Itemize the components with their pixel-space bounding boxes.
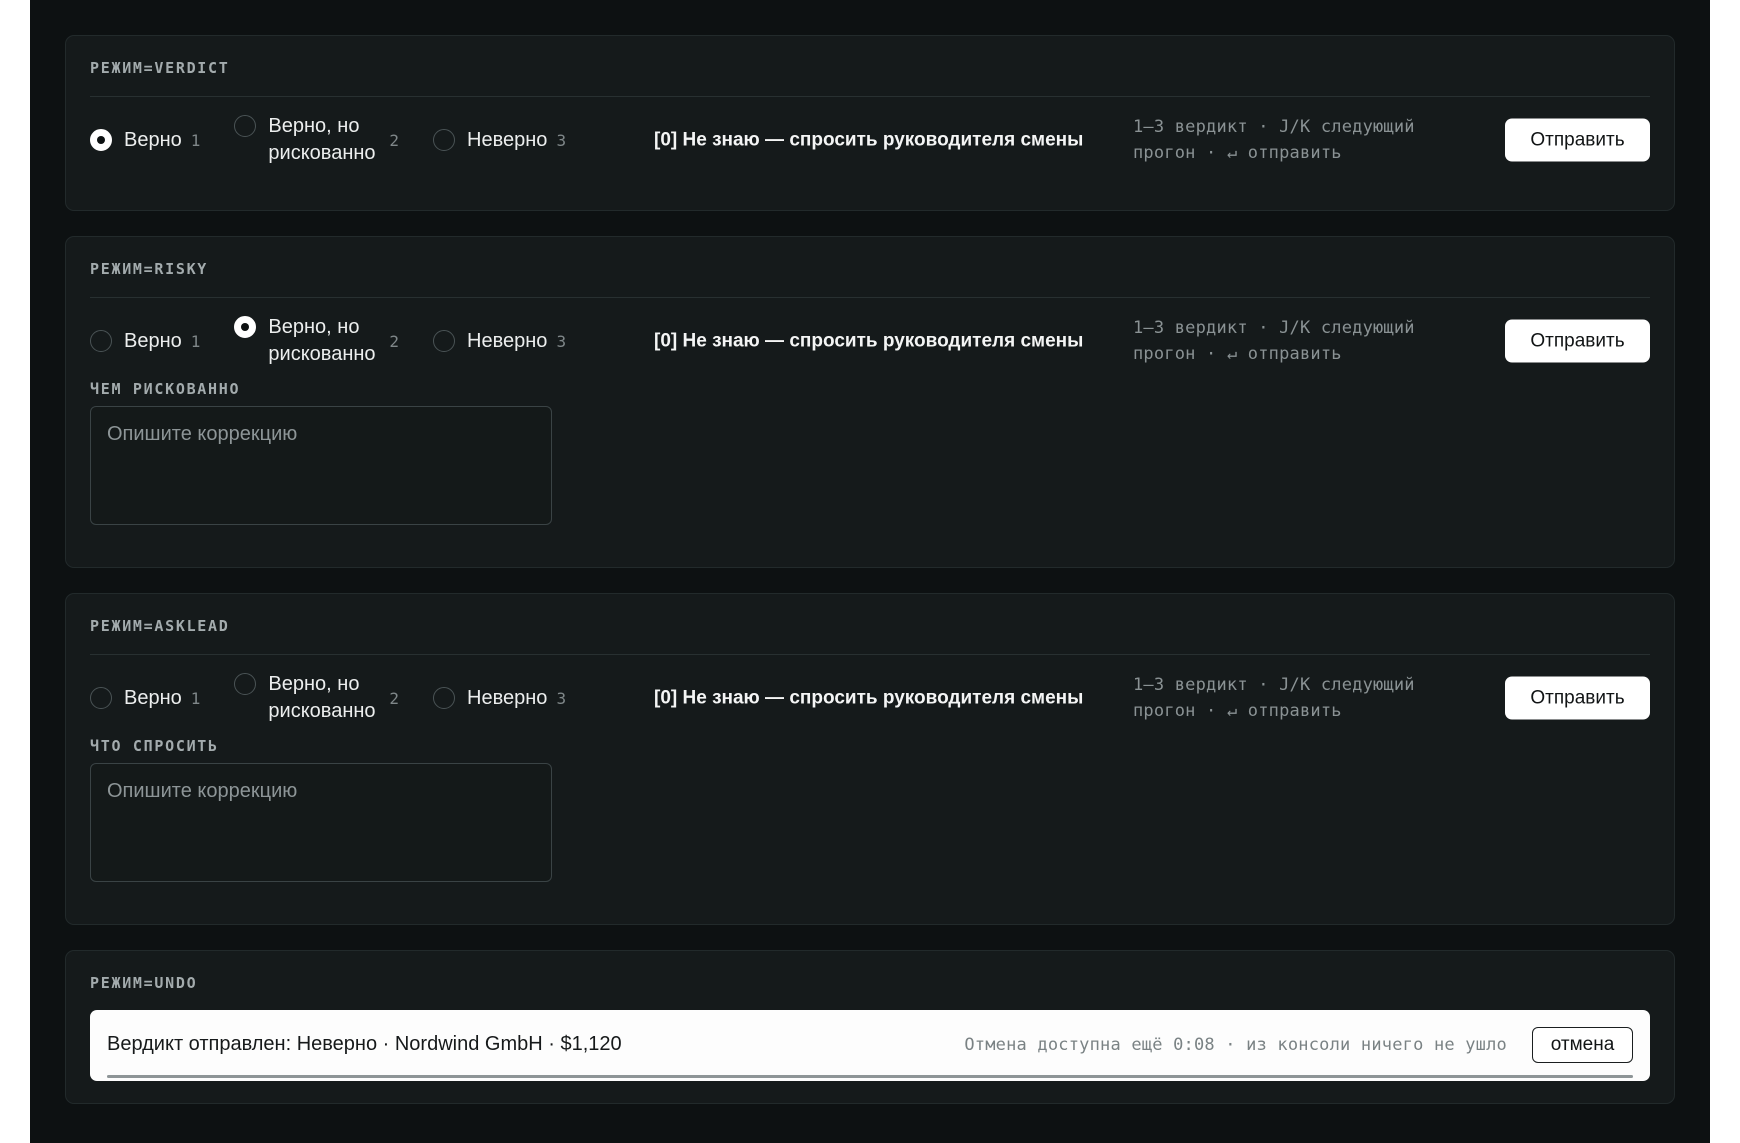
keyboard-shortcut-hint: 1–3 вердикт · J/K следующий прогон · ↵ о… <box>1133 117 1415 163</box>
option-label: Верно <box>124 686 182 709</box>
undo-countdown-text: Отмена доступна ещё 0:08 · из консоли ни… <box>964 1034 1507 1055</box>
divider <box>90 654 1650 655</box>
asklead-mode-card: РЕЖИМ=ASKLEAD Верно 1 Верно, но рискован… <box>65 593 1675 925</box>
radio-button[interactable] <box>433 330 456 352</box>
option-incorrect[interactable]: Неверно 3 <box>433 127 566 154</box>
shortcut-key: 1 <box>190 130 201 150</box>
verdict-row: Верно 1 Верно, но рискованно 2 Неверно 3… <box>90 671 1650 725</box>
verdict-radio-group: Верно 1 Верно, но рискованно 2 Неверно 3 <box>90 113 600 167</box>
shortcut-key: 3 <box>556 331 567 351</box>
option-label: Верно, но рискованно <box>268 673 376 722</box>
verdict-radio-group: Верно 1 Верно, но рискованно 2 Неверно 3 <box>90 671 600 725</box>
option-label: Верно <box>124 329 182 352</box>
radio-button[interactable] <box>433 129 456 151</box>
keyboard-shortcut-hint: 1–3 вердикт · J/K следующий прогон · ↵ о… <box>1133 675 1415 721</box>
review-screen: РЕЖИМ=VERDICT Верно 1 Верно, но рискован… <box>30 0 1710 1143</box>
option-correct-but-risky[interactable]: Верно, но рискованно 2 <box>234 113 399 167</box>
keyboard-shortcut-hint: 1–3 вердикт · J/K следующий прогон · ↵ о… <box>1133 318 1415 364</box>
question-field-label: ЧТО СПРОСИТЬ <box>90 737 219 755</box>
option-label: Неверно <box>467 329 548 352</box>
ask-shift-lead-option[interactable]: [0] Не знаю — спросить руководителя смен… <box>654 127 1083 154</box>
radio-button[interactable] <box>90 330 112 352</box>
verdict-row: Верно 1 Верно, но рискованно 2 Неверно 3… <box>90 113 1650 167</box>
option-label: Неверно <box>467 128 548 151</box>
shortcut-key: 1 <box>190 331 201 351</box>
shortcut-key: 2 <box>389 130 400 150</box>
ask-shift-lead-option[interactable]: [0] Не знаю — спросить руководителя смен… <box>654 328 1083 355</box>
mode-label: РЕЖИМ=UNDO <box>90 974 198 992</box>
question-textarea[interactable] <box>90 763 552 882</box>
verdict-row: Верно 1 Верно, но рискованно 2 Неверно 3… <box>90 314 1650 368</box>
option-correct[interactable]: Верно 1 <box>90 328 200 355</box>
option-label: Верно, но рискованно <box>268 316 376 365</box>
option-correct[interactable]: Верно 1 <box>90 685 200 712</box>
mode-label: РЕЖИМ=VERDICT <box>90 59 230 77</box>
shortcut-key: 3 <box>556 130 567 150</box>
shortcut-key: 1 <box>190 688 201 708</box>
mode-label: РЕЖИМ=ASKLEAD <box>90 617 230 635</box>
ask-shift-lead-option[interactable]: [0] Не знаю — спросить руководителя смен… <box>654 685 1083 712</box>
option-correct-but-risky[interactable]: Верно, но рискованно 2 <box>234 671 399 725</box>
shortcut-key: 3 <box>556 688 567 708</box>
radio-button[interactable] <box>90 129 112 151</box>
option-incorrect[interactable]: Неверно 3 <box>433 328 566 355</box>
option-correct-but-risky[interactable]: Верно, но рискованно 2 <box>234 314 399 368</box>
undo-mode-card: РЕЖИМ=UNDO Вердикт отправлен: Неверно · … <box>65 950 1675 1104</box>
undo-toast: Вердикт отправлен: Неверно · Nordwind Gm… <box>90 1010 1650 1081</box>
radio-button[interactable] <box>234 316 257 338</box>
verdict-mode-card: РЕЖИМ=VERDICT Верно 1 Верно, но рискован… <box>65 35 1675 211</box>
risk-correction-textarea[interactable] <box>90 406 552 525</box>
divider <box>90 297 1650 298</box>
option-label: Верно, но рискованно <box>268 115 376 164</box>
radio-button[interactable] <box>90 687 112 709</box>
shortcut-key: 2 <box>389 331 400 351</box>
undo-countdown-bar <box>107 1075 1633 1078</box>
radio-button[interactable] <box>433 687 456 709</box>
mode-label: РЕЖИМ=RISKY <box>90 260 209 278</box>
verdict-sent-message: Вердикт отправлен: Неверно · Nordwind Gm… <box>107 1033 622 1055</box>
risky-mode-card: РЕЖИМ=RISKY Верно 1 Верно, но рискованно… <box>65 236 1675 568</box>
undo-button[interactable]: отмена <box>1532 1026 1633 1063</box>
divider <box>90 96 1650 97</box>
submit-button[interactable]: Отправить <box>1505 676 1650 720</box>
option-correct[interactable]: Верно 1 <box>90 127 200 154</box>
verdict-radio-group: Верно 1 Верно, но рискованно 2 Неверно 3 <box>90 314 600 368</box>
option-incorrect[interactable]: Неверно 3 <box>433 685 566 712</box>
option-label: Верно <box>124 128 182 151</box>
radio-button[interactable] <box>234 115 257 137</box>
shortcut-key: 2 <box>389 688 400 708</box>
submit-button[interactable]: Отправить <box>1505 319 1650 363</box>
undo-countdown-fill <box>107 1075 1633 1078</box>
radio-button[interactable] <box>234 673 257 695</box>
submit-button[interactable]: Отправить <box>1505 118 1650 162</box>
risk-field-label: ЧЕМ РИСКОВАННО <box>90 380 241 398</box>
option-label: Неверно <box>467 686 548 709</box>
